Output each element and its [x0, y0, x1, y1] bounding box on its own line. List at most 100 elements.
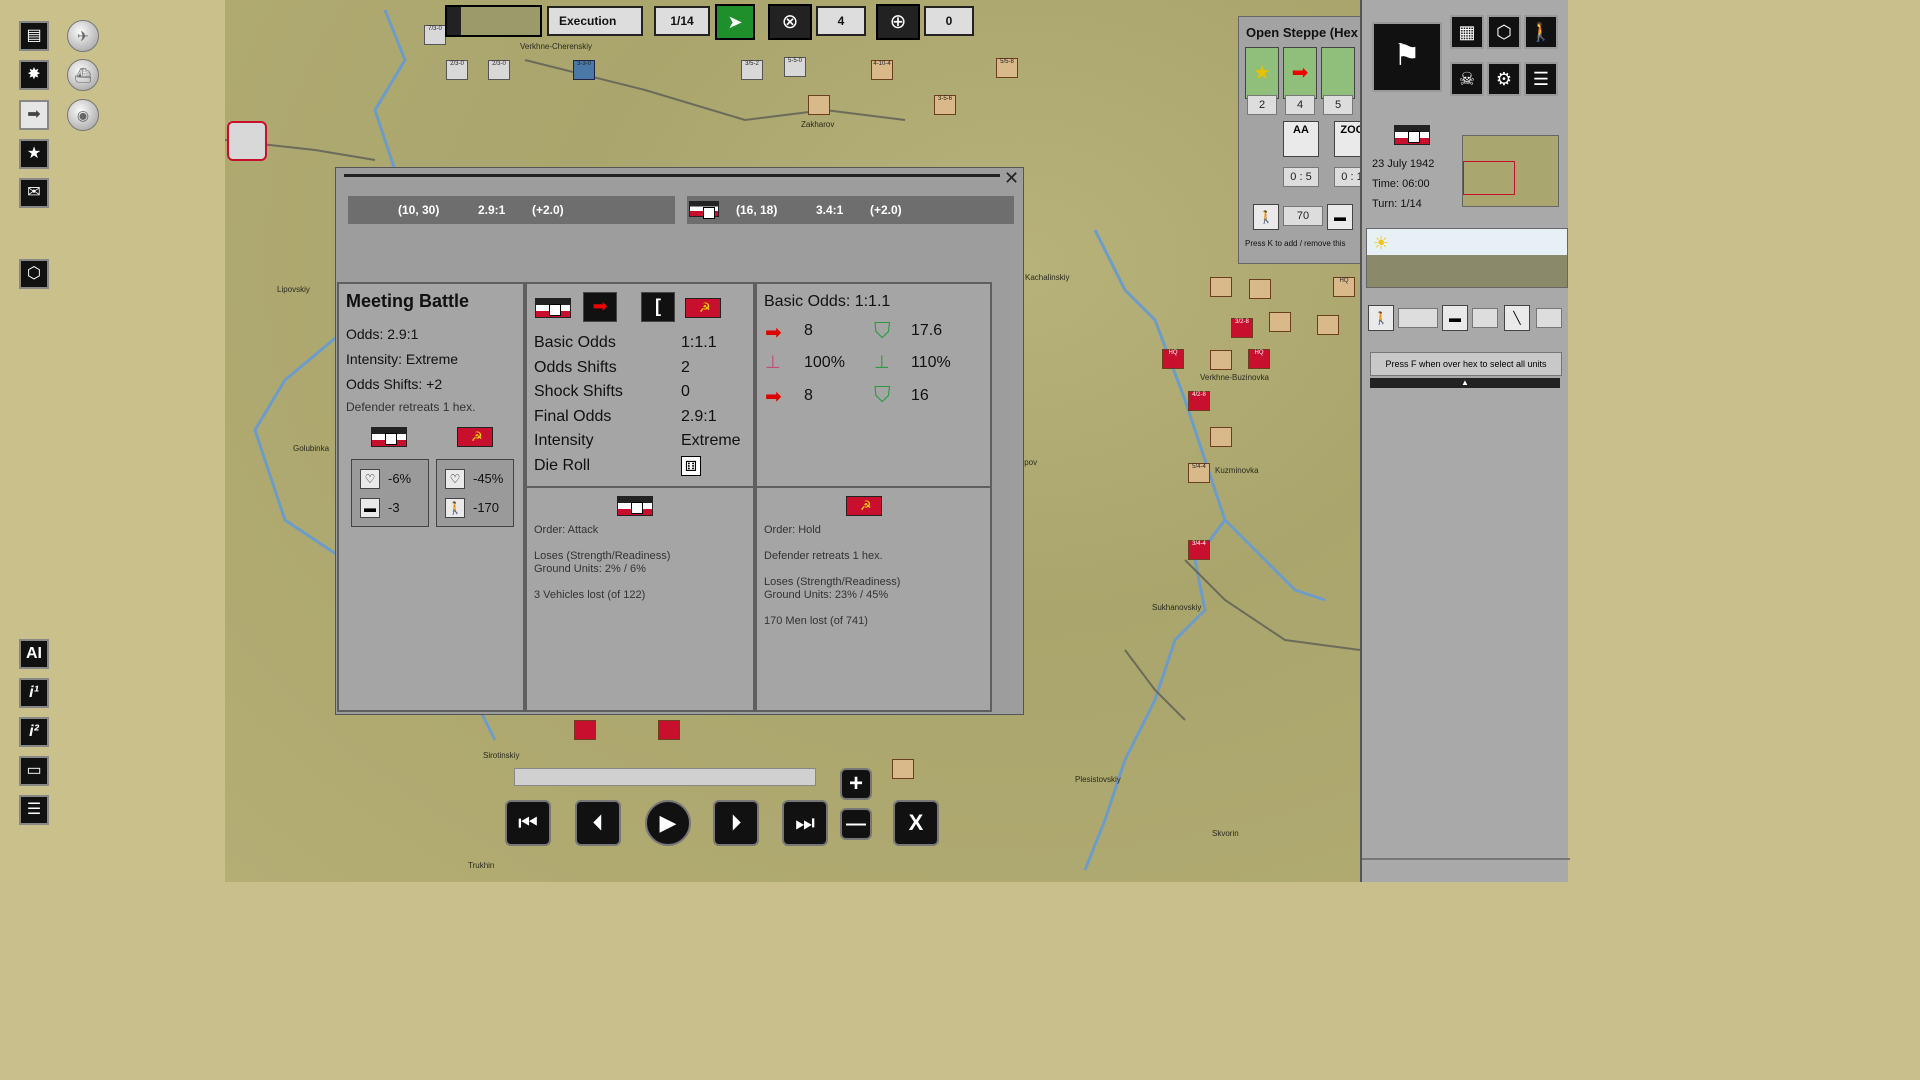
unit-counter[interactable]: 4/2-8 [1188, 391, 1210, 411]
unit-portrait-icon[interactable]: ⚑ [1372, 22, 1442, 92]
unit-counter[interactable] [1249, 279, 1271, 299]
unit-counter[interactable] [1210, 350, 1232, 370]
attacker-odds: 2.9:1 [478, 203, 506, 217]
right-panel: ⚑ ▦ ⬡ 🚶 ☠ ⚙ ☰ 23 July 1942 Time: 06:00 T… [1360, 0, 1570, 882]
unit-counter[interactable] [808, 95, 830, 115]
arrow-icon[interactable]: ➡ [19, 100, 49, 130]
defender-order: Order: Hold [764, 524, 821, 536]
unit-counter[interactable] [658, 720, 680, 740]
crosshair-count: 0 [924, 6, 974, 36]
tank-filter-icon[interactable]: ▬ [1442, 305, 1468, 331]
vehicle-icon: ▬ [1327, 204, 1353, 230]
settings-sliders-icon[interactable]: ☰ [19, 795, 49, 825]
aircraft-icon[interactable]: ✈ [67, 20, 99, 52]
attacker-vehicles-lost: 3 Vehicles lost (of 122) [534, 589, 646, 601]
unit-counter[interactable]: 3/4-4 [1188, 540, 1210, 560]
attacker-order: Order: Attack [534, 524, 599, 536]
attacker-strength-loss: -6% [388, 471, 412, 486]
town-label: Verkhne-Buzinovka [1200, 373, 1269, 382]
unit-counter[interactable]: 2/3-0 [446, 60, 468, 80]
burning-tank-icon[interactable]: ⚙ [1487, 62, 1521, 96]
odds-row-value: Extreme [681, 432, 741, 449]
slot-value: 4 [1285, 95, 1315, 115]
unit-counter[interactable]: HQ [1248, 349, 1270, 369]
targets-icon[interactable]: ⊗ [768, 4, 812, 40]
odds-row-label: Intensity [534, 432, 594, 449]
artillery-filter-value [1536, 308, 1562, 328]
unit-counter[interactable]: 5-5-0 [784, 57, 806, 77]
defender-loss-box: ♡ -45% 🚶 -170 [436, 459, 514, 527]
star-unit-icon[interactable]: ★ [1245, 47, 1279, 99]
org-chart-icon: ⊥ [765, 352, 781, 372]
heart-icon: ♡ [360, 469, 380, 489]
close-replay-button[interactable]: X [893, 800, 939, 846]
unit-counter[interactable]: HQ [1162, 349, 1184, 369]
unit-counter[interactable]: 2/3-0 [488, 60, 510, 80]
explosion-icon[interactable]: ✸ [19, 60, 49, 90]
hexagon-icon[interactable]: ⬡ [19, 259, 49, 289]
envelope-icon[interactable]: ✉ [19, 178, 49, 208]
defender-coord: (16, 18) [736, 203, 778, 217]
turn-label: Turn: 1/14 [1372, 198, 1422, 210]
unit-counter[interactable]: 7/3-0 [424, 25, 446, 45]
date-label: 23 July 1942 [1372, 158, 1435, 170]
town-label: Sirotinskiy [483, 751, 520, 760]
unit-counter[interactable]: 4-10-4 [871, 60, 893, 80]
unit-counter[interactable] [892, 759, 914, 779]
ship-icon[interactable]: ⛴ [67, 59, 99, 91]
unit-counter[interactable]: 3-5-6 [934, 95, 956, 115]
unit-counter[interactable]: HQ [1333, 277, 1355, 297]
minimap[interactable] [1462, 135, 1559, 207]
unit-counter[interactable] [1269, 312, 1291, 332]
hexagon-icon[interactable]: ⬡ [1487, 15, 1521, 49]
unit-icon[interactable] [1321, 47, 1355, 99]
selected-stack[interactable] [227, 121, 267, 161]
zoom-out-button[interactable]: — [840, 808, 872, 840]
zoom-in-button[interactable]: + [840, 768, 872, 800]
document-icon[interactable]: ▤ [19, 21, 49, 51]
close-button[interactable]: ✕ [1004, 168, 1019, 189]
crosshair-icon[interactable]: ⊕ [876, 4, 920, 40]
attacker-bar: (10, 30) 2.9:1 (+2.0) [348, 196, 675, 224]
unit-counter[interactable] [1317, 315, 1339, 335]
skull-icon[interactable]: ☠ [1450, 62, 1484, 96]
step-forward-icon[interactable]: ⏵ [713, 800, 759, 846]
info2-button[interactable]: i² [19, 717, 49, 747]
next-phase-button[interactable]: ➤ [715, 4, 755, 40]
unit-counter[interactable]: 5/5-8 [996, 58, 1018, 78]
list-icon[interactable]: ☰ [1524, 62, 1558, 96]
modified-defense-value: 16 [911, 387, 929, 404]
rewind-start-icon[interactable]: ⏮ [505, 800, 551, 846]
star-icon[interactable]: ★ [19, 139, 49, 169]
weather-photo: ☀ [1366, 228, 1568, 288]
info1-button[interactable]: i¹ [19, 678, 49, 708]
hex-hint: Press K to add / remove this [1245, 239, 1346, 248]
radio-icon[interactable]: ◉ [67, 99, 99, 131]
unit-counter[interactable]: 3/2-8 [1231, 318, 1253, 338]
scroll-up-arrow[interactable]: ▲ [1370, 378, 1560, 388]
map-icon[interactable]: ▦ [1450, 15, 1484, 49]
defender-result-panel: Order: Hold Defender retreats 1 hex. Los… [755, 486, 992, 712]
unit-counter[interactable]: 3-3-0 [573, 60, 595, 80]
forward-end-icon[interactable]: ⏭ [782, 800, 828, 846]
infantry-filter-icon[interactable]: 🚶 [1368, 305, 1394, 331]
play-icon[interactable]: ▶ [645, 800, 691, 846]
phase-label: Execution [547, 6, 643, 36]
defender-odds: 3.4:1 [816, 203, 844, 217]
defender-loses-title: Loses (Strength/Readiness) [764, 576, 901, 588]
red-arrow-icon[interactable]: ➡ [1283, 47, 1317, 99]
unit-counter[interactable]: 5/4-4 [1188, 463, 1210, 483]
modified-attack-value: 8 [804, 387, 813, 404]
unit-counter[interactable]: 3/5-2 [741, 60, 763, 80]
soldier-icon[interactable]: 🚶 [1524, 15, 1558, 49]
artillery-filter-icon[interactable]: ╲ [1504, 305, 1530, 331]
monitor-icon[interactable]: ▭ [19, 756, 49, 786]
ai-button[interactable]: AI [19, 639, 49, 669]
unit-counter[interactable] [1210, 277, 1232, 297]
defender-shift: (+2.0) [870, 203, 902, 217]
minimap-viewport[interactable] [1463, 161, 1515, 195]
replay-progress-bar[interactable] [514, 768, 816, 786]
unit-counter[interactable] [1210, 427, 1232, 447]
unit-counter[interactable] [574, 720, 596, 740]
step-back-icon[interactable]: ⏴ [575, 800, 621, 846]
